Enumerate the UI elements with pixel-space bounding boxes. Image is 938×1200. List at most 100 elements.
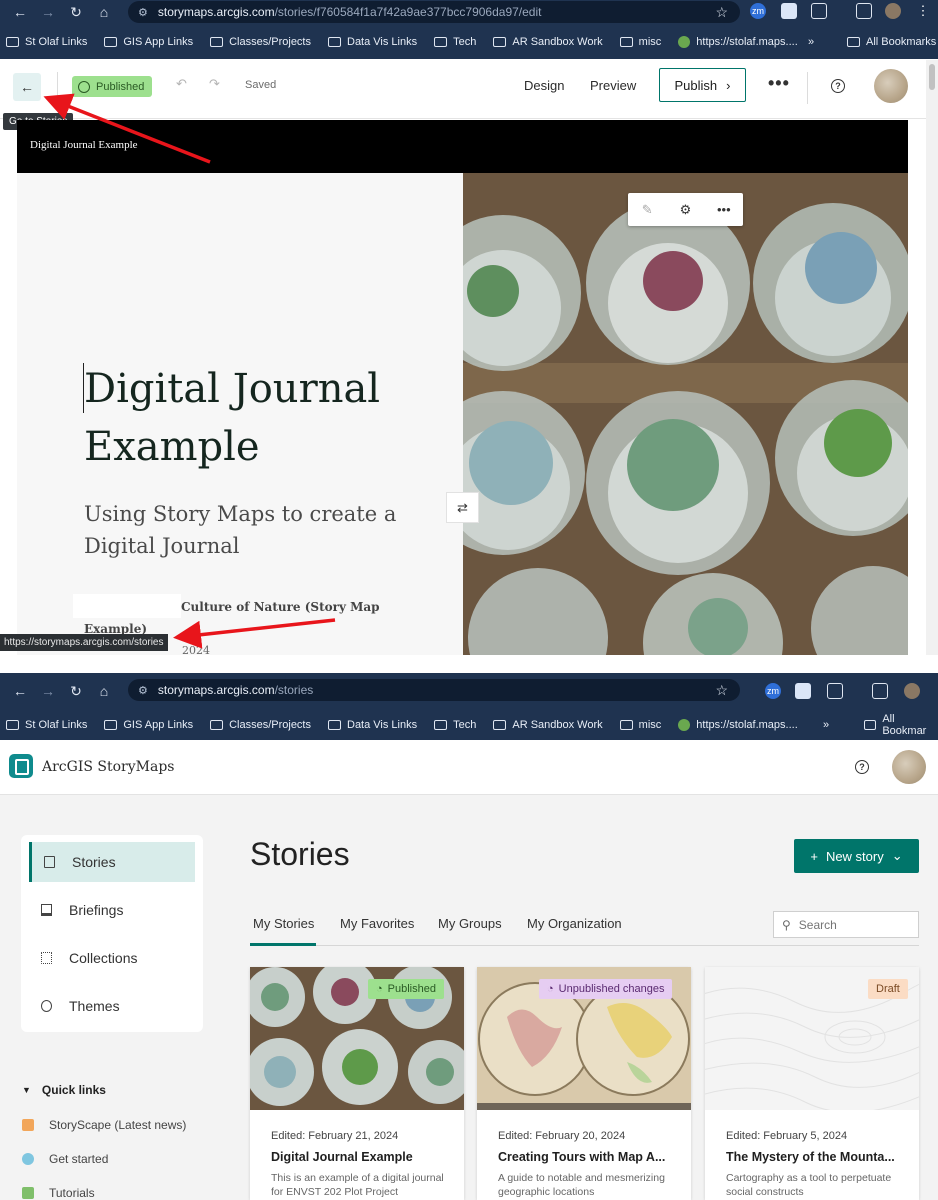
bookmarks-overflow-button[interactable]: » — [808, 36, 814, 48]
bookmark-folder[interactable]: AR Sandbox Work — [493, 36, 603, 48]
url-host: storymaps.arcgis.com — [157, 683, 275, 697]
more-options-icon[interactable]: ••• — [768, 73, 790, 94]
go-to-stories-button[interactable]: ← — [13, 73, 41, 101]
bookmark-folder[interactable]: Tech — [434, 719, 476, 731]
new-story-button[interactable]: + New story ⌄ — [794, 839, 919, 873]
plus-icon: + — [810, 848, 818, 864]
design-button[interactable]: Design — [524, 78, 564, 93]
docs-extension-icon[interactable] — [781, 3, 797, 19]
bookmark-folder[interactable]: St Olaf Links — [6, 36, 87, 48]
preview-button[interactable]: Preview — [590, 78, 636, 93]
bookmark-folder[interactable]: misc — [619, 36, 661, 48]
user-avatar[interactable] — [892, 750, 926, 784]
quick-link-tutorials[interactable]: Tutorials — [22, 1186, 95, 1200]
bookmark-folder[interactable]: GIS App Links — [104, 36, 193, 48]
browser-forward-icon[interactable]: → — [34, 683, 62, 699]
folder-icon — [493, 719, 507, 730]
bookmark-folder[interactable]: Classes/Projects — [210, 36, 311, 48]
search-field[interactable]: ⚲ — [773, 911, 919, 938]
sidebar-item-collections[interactable]: Collections — [29, 938, 195, 978]
side-panel-icon[interactable] — [872, 683, 888, 699]
help-icon[interactable]: ? — [855, 760, 869, 774]
home-icon[interactable]: ⌂ — [90, 683, 118, 699]
story-card[interactable]: ◔ Published Edited: February 21, 2024 Dig… — [250, 967, 464, 1200]
bookmark-folder[interactable]: misc — [619, 719, 661, 731]
story-card[interactable]: ◔ Unpublished changes Edited: February 20… — [477, 967, 691, 1200]
card-title[interactable]: Digital Journal Example — [271, 1150, 451, 1164]
profile-avatar-icon[interactable] — [885, 3, 901, 19]
profile-avatar-icon[interactable] — [904, 683, 920, 699]
scrollbar-thumb[interactable] — [929, 64, 935, 90]
tab-my-groups[interactable]: My Groups — [438, 916, 502, 931]
edit-pencil-icon[interactable]: ✎ — [628, 202, 666, 218]
story-cover-panel[interactable]: Digital Journal Example Using Story Maps… — [17, 173, 463, 655]
bookmark-folder[interactable]: Classes/Projects — [210, 719, 311, 731]
bookmark-folder[interactable]: AR Sandbox Work — [493, 719, 603, 731]
story-title[interactable]: Digital Journal Example — [84, 360, 380, 476]
address-bar[interactable]: ⚙ storymaps.arcgis.com/stories ☆ — [128, 679, 740, 701]
card-title[interactable]: The Mystery of the Mounta... — [726, 1150, 906, 1164]
tab-my-stories[interactable]: My Stories — [253, 916, 314, 931]
scrollbar-track[interactable] — [926, 60, 938, 655]
cover-image-terrariums[interactable] — [463, 173, 908, 655]
site-settings-icon[interactable]: ⚙ — [138, 6, 148, 19]
card-title[interactable]: Creating Tours with Map A... — [498, 1150, 678, 1164]
terrarium-photo — [463, 173, 908, 655]
quick-link-get-started[interactable]: Get started — [22, 1152, 108, 1166]
quick-links-toggle[interactable]: ▼ Quick links — [22, 1083, 106, 1097]
tab-my-organization[interactable]: My Organization — [527, 916, 622, 931]
user-avatar[interactable] — [874, 69, 908, 103]
address-bar[interactable]: ⚙ storymaps.arcgis.com/stories/f760584f1… — [128, 1, 740, 23]
extensions-puzzle-icon[interactable] — [811, 3, 827, 19]
publish-button[interactable]: Publish › — [659, 68, 746, 102]
story-card[interactable]: Draft Edited: February 5, 2024 The Myste… — [705, 967, 919, 1200]
zoom-extension-icon[interactable]: zm — [750, 3, 766, 19]
folder-icon — [210, 719, 224, 730]
story-header-bar: Digital Journal Example — [17, 120, 908, 173]
bookmark-star-icon[interactable]: ☆ — [715, 4, 728, 21]
undo-icon[interactable]: ↶ — [176, 76, 187, 92]
site-settings-icon[interactable]: ⚙ — [138, 684, 148, 697]
docs-extension-icon[interactable] — [795, 683, 811, 699]
redo-icon[interactable]: ↷ — [209, 76, 220, 92]
image-more-icon[interactable]: ••• — [705, 202, 743, 217]
story-byline[interactable]: Culture of Nature (Story Map — [181, 600, 380, 614]
browser-back-icon[interactable]: ← — [6, 683, 34, 699]
brand-name[interactable]: ArcGIS StoryMaps — [42, 759, 174, 775]
bookmark-folder[interactable]: GIS App Links — [104, 719, 193, 731]
bookmark-folder[interactable]: Data Vis Links — [328, 719, 417, 731]
bookmarks-bar: St Olaf Links GIS App Links Classes/Proj… — [0, 709, 938, 740]
browser-menu-icon[interactable]: ⋮ — [915, 3, 931, 19]
browser-forward-icon[interactable]: → — [34, 4, 62, 20]
tab-my-favorites[interactable]: My Favorites — [340, 916, 414, 931]
folder-icon — [434, 719, 448, 730]
bookmark-folder[interactable]: St Olaf Links — [6, 719, 87, 731]
bookmark-link[interactable]: https://stolaf.maps.... — [678, 718, 798, 731]
card-description: A guide to notable and mesmerizing geogr… — [498, 1172, 665, 1198]
bookmark-star-icon[interactable]: ☆ — [715, 682, 728, 699]
bookmark-folder[interactable]: Tech — [434, 36, 476, 48]
sidebar-item-briefings[interactable]: Briefings — [29, 890, 195, 930]
home-icon[interactable]: ⌂ — [90, 4, 118, 20]
zoom-extension-icon[interactable]: zm — [765, 683, 781, 699]
settings-gear-icon[interactable]: ⚙ — [666, 202, 704, 218]
folder-icon — [104, 719, 118, 730]
browser-back-icon[interactable]: ← — [6, 4, 34, 20]
search-input[interactable] — [798, 917, 909, 932]
all-bookmarks-button[interactable]: All Bookmarks — [847, 36, 936, 48]
storymaps-logo-icon[interactable] — [9, 754, 33, 778]
bookmark-link[interactable]: https://stolaf.maps.... — [678, 35, 798, 48]
bookmarks-overflow-button[interactable]: » — [823, 719, 829, 731]
reload-icon[interactable]: ↻ — [62, 4, 90, 21]
help-icon[interactable]: ? — [831, 79, 845, 93]
bookmark-folder[interactable]: Data Vis Links — [328, 36, 417, 48]
quick-link-storyscape[interactable]: StoryScape (Latest news) — [22, 1118, 186, 1132]
sidebar-item-stories[interactable]: Stories — [29, 842, 195, 882]
extensions-puzzle-icon[interactable] — [827, 683, 843, 699]
all-bookmarks-button[interactable]: All Bookmar — [864, 713, 938, 737]
side-panel-icon[interactable] — [856, 3, 872, 19]
reload-icon[interactable]: ↻ — [62, 683, 90, 700]
story-subtitle[interactable]: Using Story Maps to create a Digital Jou… — [84, 498, 424, 562]
sidebar-item-themes[interactable]: Themes — [29, 986, 195, 1026]
swap-layout-button[interactable]: ⇄ — [446, 492, 479, 523]
